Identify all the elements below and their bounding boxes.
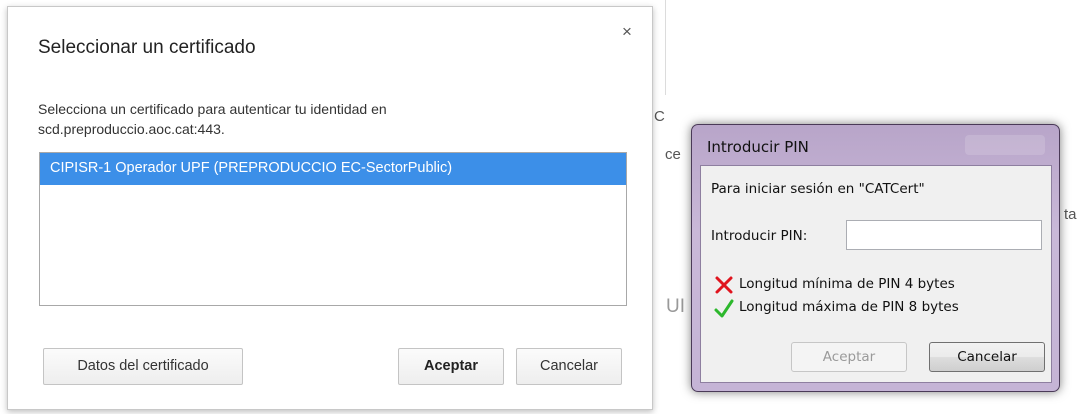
pin-accept-button[interactable]: Aceptar (791, 342, 907, 372)
pin-rule-min-length: Longitud mínima de PIN 4 bytes (739, 276, 955, 292)
pin-dialog-title: Introducir PIN (707, 138, 809, 156)
background-text-fragment: UI (666, 296, 685, 317)
certificate-list[interactable]: CIPISR-1 Operador UPF (PREPRODUCCIO EC-S… (39, 152, 627, 306)
title-bar-glow (965, 135, 1045, 155)
certificate-details-button[interactable]: Datos del certificado (43, 348, 243, 385)
pin-label: Introducir PIN: (711, 228, 808, 244)
dialog-description: Selecciona un certificado para autentica… (38, 99, 598, 139)
pin-cancel-button[interactable]: Cancelar (929, 342, 1045, 372)
green-check-icon (714, 299, 734, 318)
pin-dialog: Introducir PIN Para iniciar sesión en "C… (691, 124, 1060, 392)
description-line: Selecciona un certificado para autentica… (38, 101, 387, 117)
pin-rule-max-length: Longitud máxima de PIN 8 bytes (739, 299, 959, 315)
background-text-fragment: ce (665, 146, 681, 163)
red-x-icon (715, 276, 733, 294)
pin-dialog-body: Para iniciar sesión en "CATCert" Introdu… (700, 165, 1052, 383)
session-text: Para iniciar sesión en "CATCert" (711, 181, 925, 197)
description-line: scd.preproduccio.aoc.cat:443. (38, 121, 225, 137)
background-text-fragment: ta (1064, 206, 1077, 223)
certificate-list-item[interactable]: CIPISR-1 Operador UPF (PREPRODUCCIO EC-S… (40, 153, 626, 185)
certificate-dialog: Seleccionar un certificado × Selecciona … (7, 6, 653, 410)
accept-button[interactable]: Aceptar (398, 348, 504, 385)
cancel-button[interactable]: Cancelar (516, 348, 622, 385)
dialog-title: Seleccionar un certificado (38, 37, 256, 58)
close-icon[interactable]: × (618, 23, 636, 41)
background-text-fragment: C (654, 108, 665, 125)
pin-input[interactable] (846, 220, 1042, 250)
